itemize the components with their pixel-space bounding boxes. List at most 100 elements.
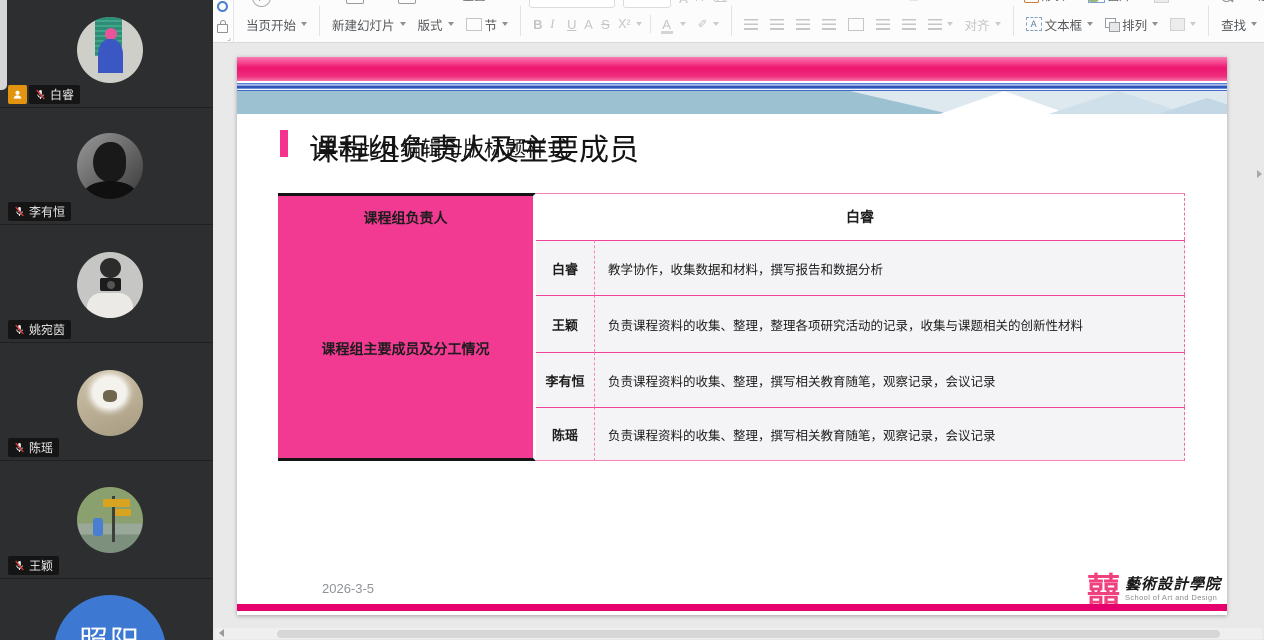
app-window: 白睿 李有恒 [0, 0, 1264, 640]
line-spacing-down-button[interactable] [896, 11, 922, 37]
horizontal-scrollbar[interactable] [215, 628, 1262, 639]
reset-button[interactable]: ⟲ 重置 [450, 0, 486, 4]
member-duty: 负责课程资料的收集、整理，撰写相关教育随笔，观察记录，会议记录 [595, 352, 1185, 407]
participant-tile[interactable]: 陈瑶 [0, 342, 213, 461]
group-font: A A ⌫ B I U A S X² A ✐ [521, 0, 731, 42]
font-family-select[interactable] [529, 0, 615, 8]
title-accent-bar [280, 130, 288, 157]
distribute-button[interactable] [842, 11, 870, 37]
panel-launcher-icon[interactable]: ⌟ [227, 33, 231, 42]
picture-button[interactable]: 图片 [1088, 0, 1142, 4]
shapes-button[interactable]: 形状 [1024, 0, 1076, 4]
arrange-icon [1105, 18, 1119, 30]
align-left-icon [744, 19, 758, 30]
align-left-button[interactable] [738, 11, 764, 37]
chevron-down-icon [947, 22, 953, 26]
participant-tile[interactable]: 姚宛茵 [0, 224, 213, 343]
search-icon[interactable] [1221, 0, 1232, 2]
justify-icon [822, 19, 836, 30]
table-leader-label: 课程组负责人 [278, 193, 536, 240]
presentation-toolbar: ⌟ 当页开始 ⟲ 重置 新建幻灯片 版式 节 [213, 0, 1264, 43]
slide-blue-stripes [237, 83, 1227, 91]
superscript-button[interactable]: X² [612, 11, 648, 37]
panel-collapse-icon[interactable] [1257, 170, 1262, 178]
avatar-initials: 照阳 [54, 595, 166, 640]
outdent-icon[interactable]: ⇤ [803, 0, 813, 2]
placeholder-button[interactable] [1164, 11, 1202, 37]
shapes-icon [1024, 0, 1039, 3]
participant-tile[interactable]: 王颖 [0, 460, 213, 579]
avatar-photo-shape [98, 39, 123, 73]
chevron-down-icon [448, 22, 454, 26]
line-spacing-button[interactable] [922, 11, 959, 37]
participant-name-chip: 陈瑶 [8, 438, 59, 457]
chart-button[interactable] [1154, 0, 1180, 3]
slide-canvas[interactable]: 单击此处编辑母版标题样式 课程组负责人及主要成员 课程组负责人 白睿 课程组主要… [237, 57, 1227, 615]
line-spacing-up-button[interactable] [870, 11, 896, 37]
participant-name: 姚宛茵 [29, 321, 65, 338]
align-center-button[interactable] [764, 11, 790, 37]
participant-tile[interactable]: 白睿 [0, 0, 213, 108]
distribute-icon [848, 18, 864, 31]
band-blue-triangle [1158, 98, 1227, 114]
select-button[interactable]: 选择 [1258, 0, 1264, 4]
chevron-down-icon [502, 22, 508, 26]
avatar-photo-shape [87, 293, 133, 318]
member-duty: 教学协作，收集数据和材料，撰写报告和数据分析 [595, 240, 1185, 295]
indent-icon[interactable]: ⇥ [827, 0, 837, 2]
font-color-icon: A [659, 17, 675, 32]
bullet-list-icon[interactable]: ☰▾ [742, 0, 758, 2]
bold-button[interactable]: B [527, 11, 544, 37]
avatar [77, 370, 143, 436]
font-color-button[interactable]: A [653, 11, 692, 37]
participant-name: 照阳 [79, 618, 141, 640]
participant-tile[interactable]: 照阳 [0, 578, 213, 640]
font-size-select[interactable] [623, 0, 671, 8]
underline-button[interactable]: U [561, 11, 578, 37]
participant-name: 李有恒 [29, 203, 65, 220]
play-icon[interactable] [252, 0, 271, 7]
strikethrough-button[interactable]: S [595, 11, 612, 37]
avatar [77, 487, 143, 553]
participant-tile[interactable]: 李有恒 [0, 107, 213, 225]
avatar-photo-shape [103, 390, 117, 402]
members-table[interactable]: 课程组负责人 白睿 课程组主要成员及分工情况 白睿 教学协作，收集数据和材料，撰… [278, 193, 1185, 461]
avatar-photo-shape [93, 518, 103, 536]
line-break-icon[interactable]: ↕▾ [883, 0, 895, 2]
char-spacing-button[interactable]: A [578, 11, 595, 37]
layout-button[interactable]: 版式 [412, 11, 460, 37]
avatar-photo-shape [100, 258, 121, 278]
arrange-button[interactable]: 排列 [1099, 11, 1164, 37]
align-right-button[interactable] [790, 11, 816, 37]
table-members-label: 课程组主要成员及分工情况 [278, 240, 536, 461]
layout-icon [398, 0, 416, 4]
clear-format-icon[interactable]: ⌫ [711, 0, 727, 5]
background-window-edge [0, 0, 7, 90]
textbox-button[interactable]: A 文本框 [1020, 11, 1100, 37]
slide-title[interactable]: 课程组负责人及主要成员 [309, 125, 639, 169]
italic-button[interactable]: I [544, 11, 561, 37]
scroll-left-icon[interactable] [219, 629, 224, 637]
slide-bottom-pink-bar [237, 604, 1227, 611]
play-from-current-button[interactable]: 当页开始 [240, 11, 313, 37]
highlight-button[interactable]: ✐ [692, 11, 725, 37]
avatar-photo-shape [93, 142, 126, 182]
slide-header-band [237, 91, 1227, 114]
increase-font-icon[interactable]: A [679, 0, 688, 6]
justify-button[interactable] [816, 11, 842, 37]
textbox-icon: A [1026, 17, 1042, 31]
new-slide-button[interactable]: 新建幻灯片 [326, 11, 412, 37]
decrease-font-icon[interactable]: A [696, 0, 703, 4]
text-direction-icon[interactable]: ab▾ [850, 0, 869, 2]
chevron-down-icon [995, 22, 1001, 26]
chevron-down-icon [301, 22, 307, 26]
numbered-list-icon[interactable]: ≔▾ [772, 0, 789, 2]
logo-seal-icon: 囍 [1087, 573, 1120, 606]
scrollbar-thumb[interactable] [277, 630, 1220, 638]
columns-icon[interactable]: ▤ [908, 0, 919, 2]
host-icon [8, 85, 27, 104]
find-button[interactable]: 查找 [1215, 11, 1263, 37]
section-button[interactable]: 节 [460, 11, 515, 37]
align-objects-button[interactable]: 对齐 [959, 11, 1007, 37]
chevron-down-icon [1087, 22, 1093, 26]
